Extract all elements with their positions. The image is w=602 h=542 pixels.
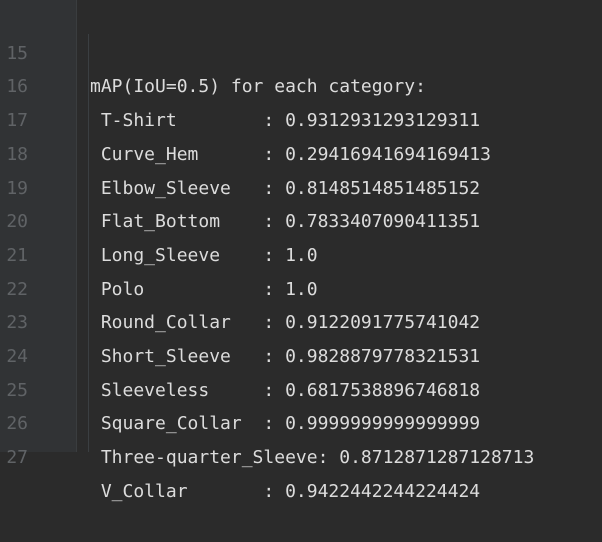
code-line[interactable]: 15 mAP(IoU=0.5) for each category: — [0, 3, 426, 98]
line-text[interactable]: Elbow_Sleeve : 0.8148514851485152 — [90, 172, 480, 206]
code-line[interactable]: 24 Sleeveless : 0.6817538896746818 — [0, 306, 480, 401]
line-text[interactable]: Three-quarter_Sleeve: 0.8712871287128713 — [90, 441, 535, 475]
line-text[interactable]: Sleeveless : 0.6817538896746818 — [90, 374, 480, 408]
code-line[interactable]: 18 Elbow_Sleeve : 0.8148514851485152 — [0, 104, 480, 199]
indent-guide — [88, 34, 89, 452]
line-text[interactable]: T-Shirt : 0.9312931293129311 — [90, 104, 480, 138]
line-text[interactable]: Short_Sleeve : 0.9828879778321531 — [90, 340, 480, 374]
code-line[interactable]: 16 T-Shirt : 0.9312931293129311 — [0, 37, 480, 131]
line-text[interactable]: Polo : 1.0 — [90, 273, 318, 307]
line-text[interactable]: Flat_Bottom : 0.7833407090411351 — [90, 205, 480, 239]
code-line[interactable]: 27 V_Collar : 0.9422442244224424 — [0, 407, 480, 502]
code-line[interactable]: 25 Square_Collar : 0.9999999999999999 — [0, 340, 480, 435]
line-text[interactable]: Long_Sleeve : 1.0 — [90, 239, 318, 273]
line-text[interactable]: mAP(IoU=0.5) for each category: — [90, 70, 426, 104]
line-text[interactable]: V_Collar : 0.9422442244224424 — [90, 475, 480, 509]
code-line[interactable]: 20 Long_Sleeve : 1.0 — [0, 172, 317, 266]
code-line[interactable]: 21 Polo : 1.0 — [0, 205, 317, 300]
gutter-divider — [76, 0, 77, 452]
line-text[interactable]: Curve_Hem : 0.29416941694169413 — [90, 138, 491, 172]
code-line[interactable]: 17 Curve_Hem : 0.29416941694169413 — [0, 70, 491, 165]
line-number: 27 — [6, 447, 28, 469]
line-text[interactable]: Round_Collar : 0.9122091775741042 — [90, 306, 480, 340]
code-line[interactable]: 23 Short_Sleeve : 0.9828879778321531 — [0, 273, 480, 367]
code-editor[interactable]: 15 mAP(IoU=0.5) for each category: 16 T-… — [0, 0, 602, 502]
line-text[interactable]: Square_Collar : 0.9999999999999999 — [90, 407, 480, 441]
code-line[interactable]: 22 Round_Collar : 0.9122091775741042 — [0, 239, 480, 334]
code-line[interactable]: 19 Flat_Bottom : 0.7833407090411351 — [0, 138, 480, 233]
code-line[interactable]: 26 Three-quarter_Sleeve: 0.8712871287128… — [0, 374, 534, 468]
